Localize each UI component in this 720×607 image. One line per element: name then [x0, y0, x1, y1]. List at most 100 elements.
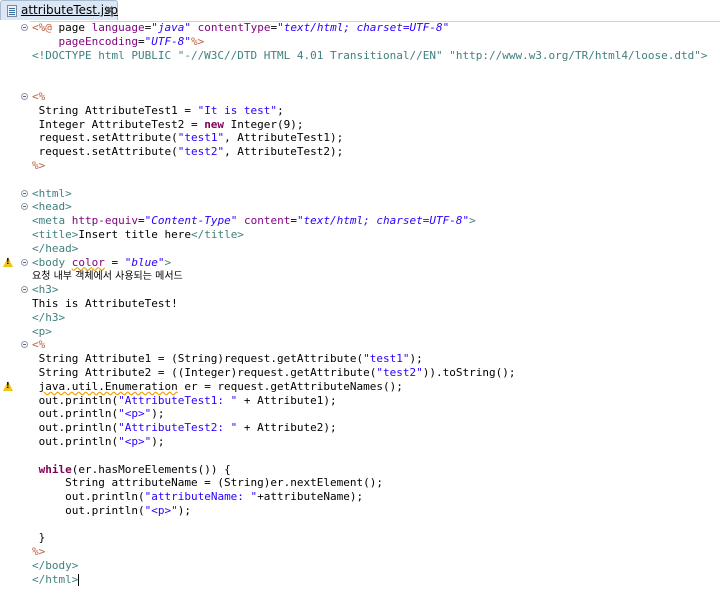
code-token: ); — [151, 434, 165, 448]
fold-toggle-icon[interactable] — [21, 203, 28, 211]
code-line[interactable]: This is AttributeTest! — [0, 297, 720, 311]
code-text: java.util.Enumeration er = request.getAt… — [32, 380, 403, 394]
code-line[interactable]: <!DOCTYPE html PUBLIC "-//W3C//DTD HTML … — [0, 49, 720, 63]
code-line[interactable]: String attributeName = (String)er.nextEl… — [0, 476, 720, 490]
code-token: <%@ — [32, 21, 59, 34]
code-line[interactable]: <p> — [0, 325, 720, 339]
code-line[interactable]: Integer AttributeTest2 = new Integer(9); — [0, 118, 720, 132]
code-token: </html> — [32, 572, 79, 586]
code-line[interactable]: </h3> — [0, 311, 720, 325]
code-token: = — [137, 214, 145, 228]
code-line[interactable]: 요청 내부 객체에서 사용되는 메서드 — [0, 269, 720, 283]
code-line[interactable] — [0, 449, 720, 463]
code-token: </head> — [32, 241, 79, 255]
code-token: "test2" — [177, 145, 225, 159]
code-text: <!DOCTYPE html PUBLIC "-//W3C//DTD HTML … — [32, 49, 708, 63]
code-line[interactable]: out.println("<p>"); — [0, 435, 720, 449]
code-token: %> — [190, 34, 205, 48]
warning-icon[interactable] — [3, 256, 13, 267]
code-token: out.println( — [32, 393, 119, 407]
code-token: new — [204, 117, 225, 131]
close-icon[interactable]: ✕ — [104, 3, 114, 17]
code-text: <%@ page language="java" contentType="te… — [32, 21, 449, 35]
gutter-marker — [0, 159, 30, 173]
code-line[interactable]: <% — [0, 90, 720, 104]
code-line[interactable]: out.println("attributeName: "+attributeN… — [0, 490, 720, 504]
code-token: "blue" — [124, 255, 165, 269]
code-line[interactable]: out.println("AttributeTest1: " + Attribu… — [0, 394, 720, 408]
code-token: , AttributeTest2); — [224, 145, 344, 159]
tab-attributetest-jsp[interactable]: attributeTest.jsp ✕ — [0, 0, 118, 20]
code-line[interactable]: <head> — [0, 200, 720, 214]
code-line[interactable]: while(er.hasMoreElements()) { — [0, 463, 720, 477]
code-editor[interactable]: <%@ page language="java" contentType="te… — [0, 21, 720, 607]
code-line[interactable]: </body> — [0, 559, 720, 573]
code-token: "java" — [151, 21, 191, 34]
code-text: <head> — [32, 200, 72, 214]
code-token: <h3> — [32, 283, 59, 297]
code-token: <meta — [32, 214, 72, 228]
code-token: > — [164, 255, 172, 269]
gutter-marker — [0, 338, 30, 352]
code-line[interactable]: %> — [0, 545, 720, 559]
code-token: </h3> — [32, 310, 66, 324]
code-text: This is AttributeTest! — [32, 297, 178, 311]
code-line[interactable]: <h3> — [0, 283, 720, 297]
gutter-marker — [0, 490, 30, 504]
code-line[interactable]: String Attribute1 = (String)request.getA… — [0, 352, 720, 366]
gutter-marker — [0, 311, 30, 325]
code-token: %> — [32, 545, 46, 559]
code-line[interactable]: request.setAttribute("test2", AttributeT… — [0, 145, 720, 159]
code-text: <p> — [32, 325, 52, 339]
fold-toggle-icon[interactable] — [21, 189, 28, 197]
fold-toggle-icon[interactable] — [21, 24, 28, 31]
code-line[interactable]: <meta http-equiv="Content-Type" content=… — [0, 214, 720, 228]
gutter-marker — [0, 366, 30, 380]
code-line[interactable] — [0, 173, 720, 187]
code-text: <html> — [32, 187, 72, 201]
code-text: <title>Insert title here</title> — [32, 228, 244, 242]
fold-toggle-icon[interactable] — [21, 92, 28, 100]
gutter-marker — [0, 131, 30, 145]
code-line[interactable]: </html> — [0, 573, 720, 587]
code-lines: <%@ page language="java" contentType="te… — [0, 21, 720, 587]
gutter-marker — [0, 476, 30, 490]
code-line[interactable]: %> — [0, 159, 720, 173]
gutter-marker — [0, 187, 30, 201]
code-text: <h3> — [32, 283, 59, 297]
code-line[interactable]: out.println("<p>"); — [0, 504, 720, 518]
code-line[interactable]: <title>Insert title here</title> — [0, 228, 720, 242]
code-token: <p> — [32, 324, 52, 338]
code-line[interactable]: <body color = "blue"> — [0, 256, 720, 270]
code-line[interactable]: String Attribute2 = ((Integer)request.ge… — [0, 366, 720, 380]
warning-icon[interactable] — [3, 380, 13, 391]
code-line[interactable]: <%@ page language="java" contentType="te… — [0, 21, 720, 35]
code-token: + Attribute1); — [237, 393, 337, 407]
code-line[interactable]: request.setAttribute("test1", AttributeT… — [0, 131, 720, 145]
code-token: This is AttributeTest! — [32, 296, 178, 310]
code-token: = — [104, 255, 125, 269]
code-line[interactable]: <% — [0, 338, 720, 352]
code-line[interactable] — [0, 518, 720, 532]
code-text: out.println("AttributeTest2: " + Attribu… — [32, 421, 337, 435]
code-token: "text/html; charset=UTF-8" — [296, 214, 470, 228]
fold-toggle-icon[interactable] — [21, 286, 28, 294]
code-line[interactable]: <html> — [0, 187, 720, 201]
code-line[interactable] — [0, 76, 720, 90]
code-text: pageEncoding="UTF-8"%> — [32, 34, 205, 49]
code-token: request.setAttribute( — [32, 145, 178, 159]
code-line[interactable] — [0, 62, 720, 76]
fold-toggle-icon[interactable] — [21, 258, 28, 266]
code-token: "Content-Type" — [144, 214, 238, 228]
code-line[interactable]: java.util.Enumeration er = request.getAt… — [0, 380, 720, 394]
code-line[interactable]: String AttributeTest1 = "It is test"; — [0, 104, 720, 118]
code-token: "AttributeTest1: " — [118, 393, 238, 407]
code-token: 요청 내부 객체에서 사용되는 메서드 — [32, 271, 183, 283]
code-token: http-equiv — [71, 214, 138, 228]
fold-toggle-icon[interactable] — [21, 341, 28, 349]
code-line[interactable]: pageEncoding="UTF-8"%> — [0, 35, 720, 49]
code-line[interactable]: </head> — [0, 242, 720, 256]
code-line[interactable]: out.println("AttributeTest2: " + Attribu… — [0, 421, 720, 435]
code-line[interactable]: out.println("<p>"); — [0, 407, 720, 421]
code-line[interactable]: } — [0, 531, 720, 545]
